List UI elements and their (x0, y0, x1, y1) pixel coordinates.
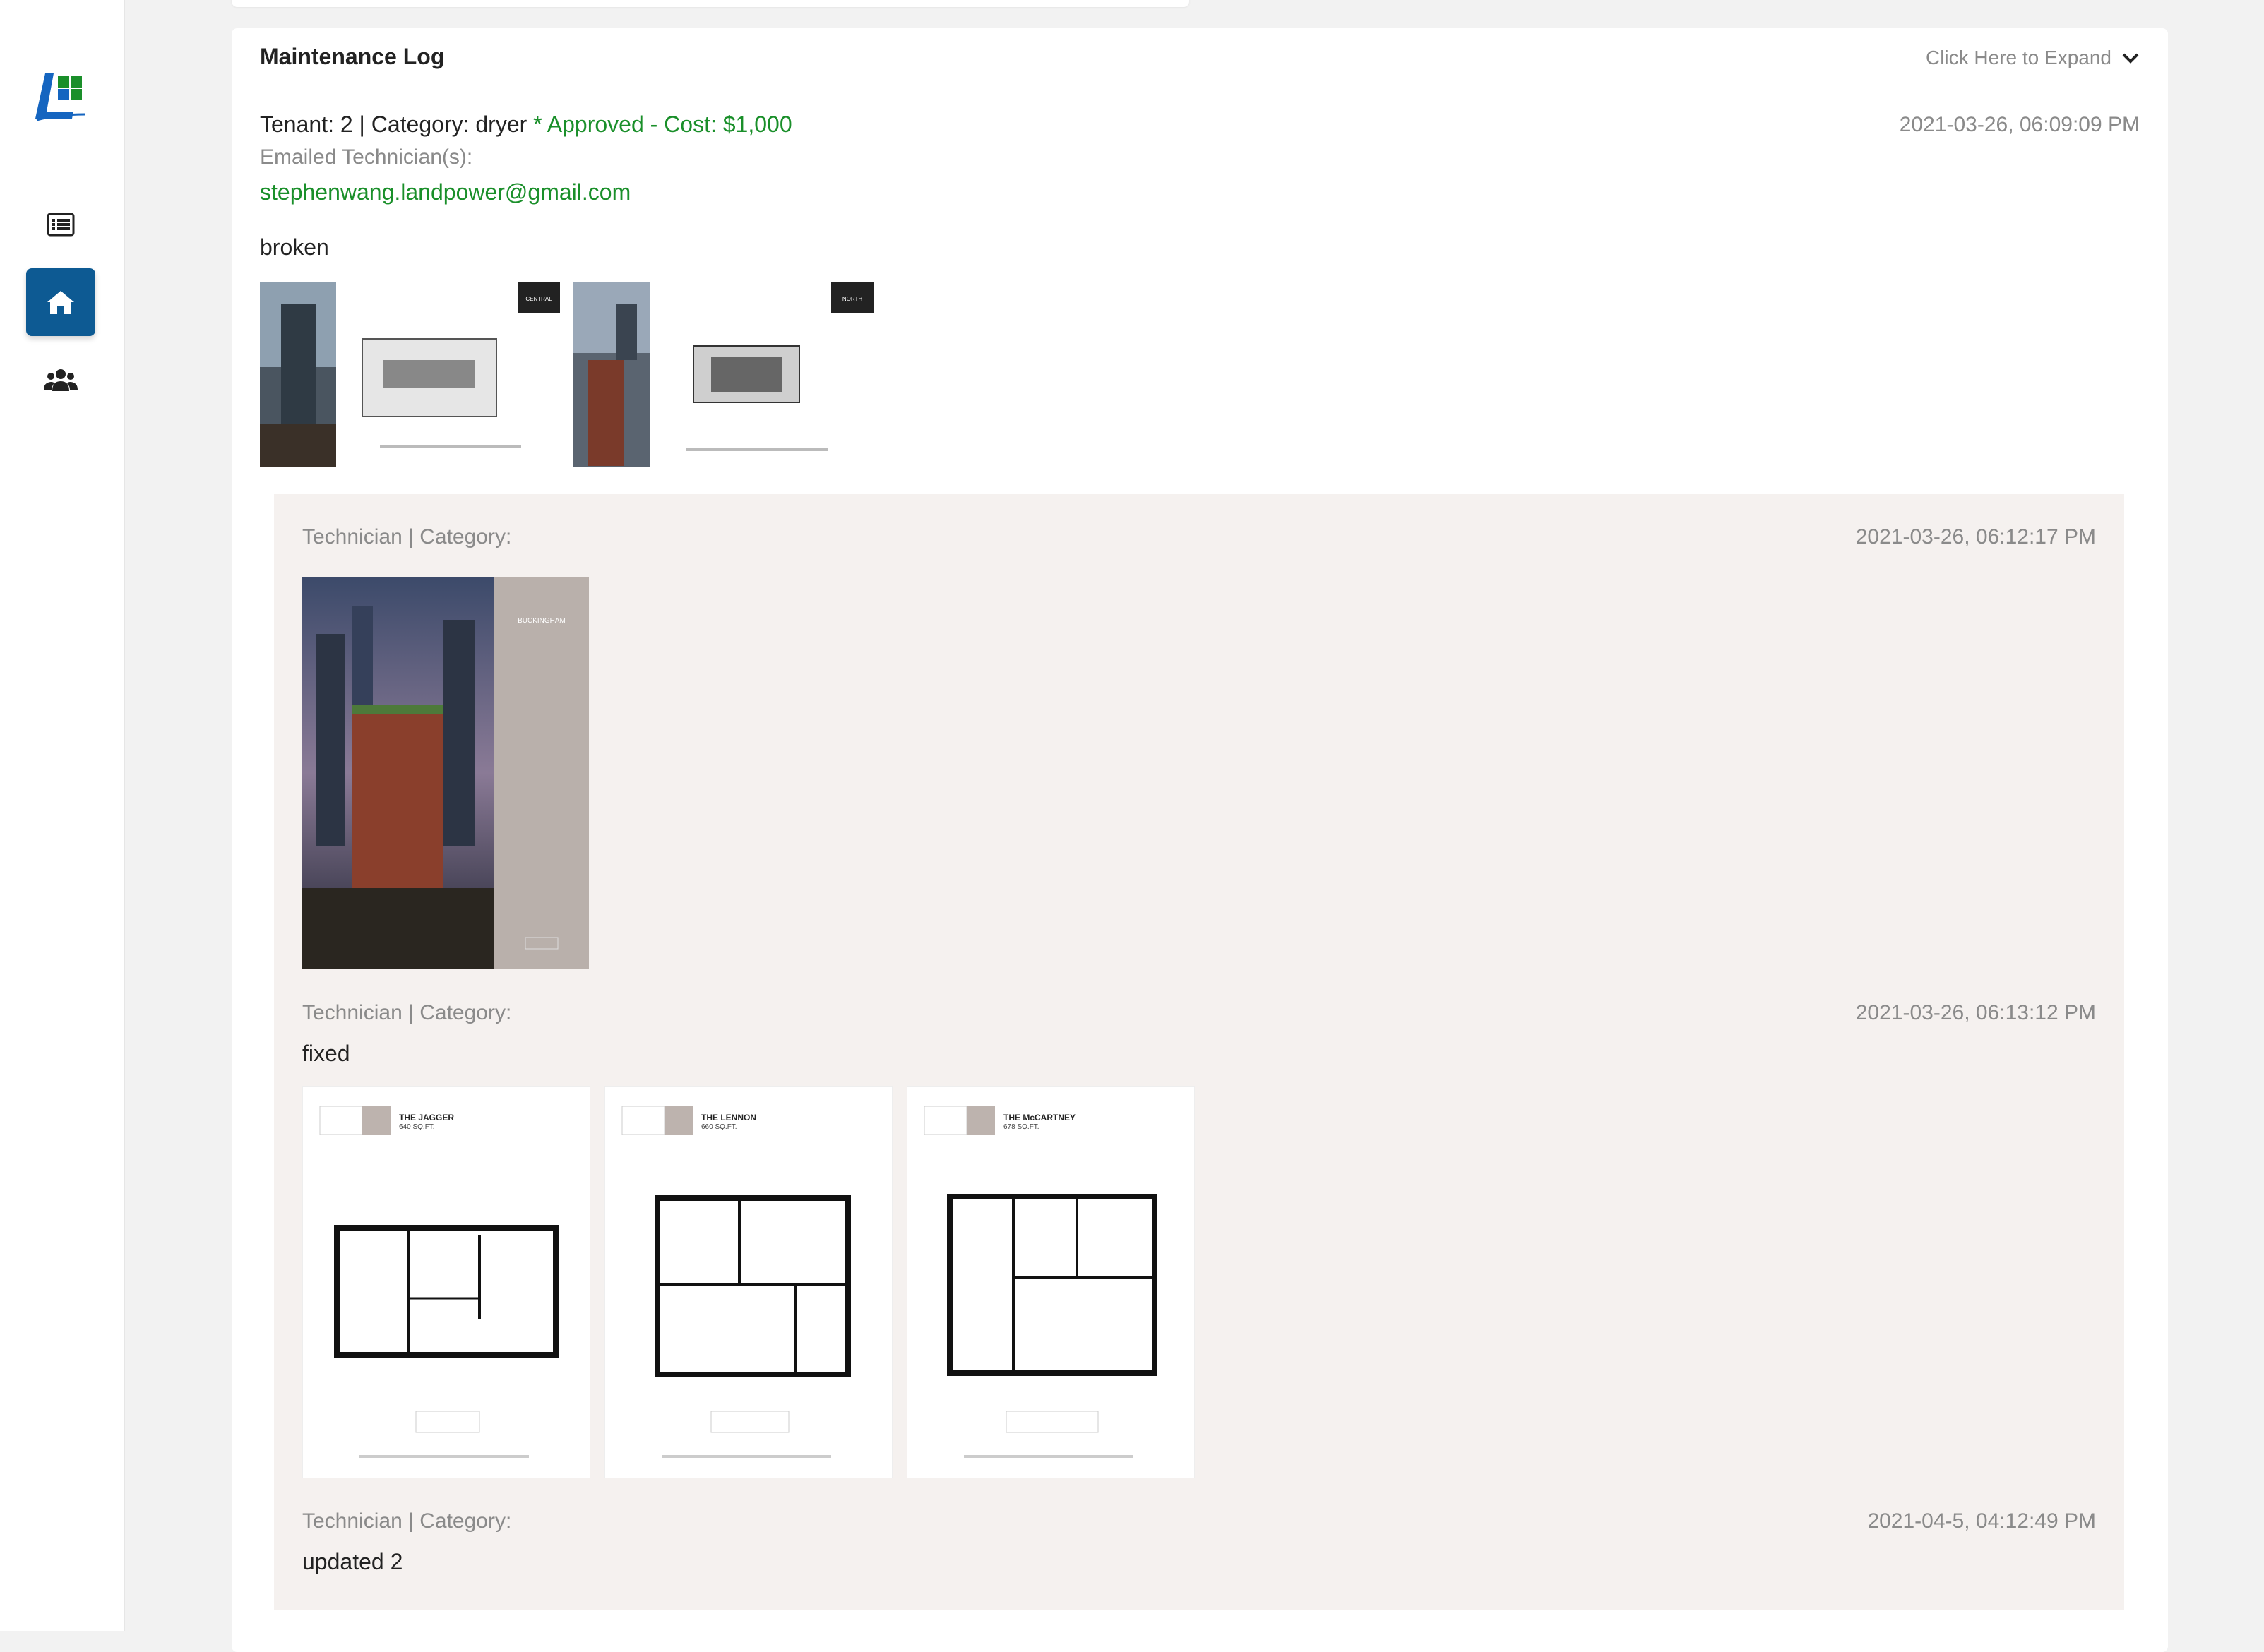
floorplan-name: THE LENNON (701, 1113, 756, 1123)
entry-summary: Tenant: 2 | Category: dryer * Approved -… (260, 112, 792, 138)
reply-date: 2021-03-26, 06:13:12 PM (1855, 1001, 2096, 1024)
entry-date: 2021-03-26, 06:09:09 PM (1899, 113, 2140, 136)
reply-text: updated 2 (302, 1549, 403, 1574)
card-title: Maintenance Log (260, 44, 445, 69)
floorplan-attachments: THE JAGGER 640 SQ.FT. THE LENNON 660 SQ.… (302, 1086, 1195, 1478)
company-logo[interactable] (30, 71, 93, 124)
users-icon (44, 369, 78, 391)
sidebar-item-home[interactable] (26, 268, 95, 336)
expand-label[interactable]: Click Here to Expand (1926, 47, 2111, 69)
reply-text: fixed (302, 1041, 350, 1066)
entry-attachments: CENTRAL NORTH (260, 282, 878, 467)
sidebar-item-users[interactable] (26, 346, 95, 414)
floorplan-thumbnail[interactable]: THE JAGGER 640 SQ.FT. (302, 1086, 590, 1478)
previous-card (232, 0, 1189, 7)
floorplan-size: 640 SQ.FT. (399, 1123, 435, 1131)
attachment-thumbnail[interactable]: NORTH (573, 282, 878, 467)
floorplan-name: THE JAGGER (399, 1113, 454, 1123)
technician-email[interactable]: stephenwang.landpower@gmail.com (260, 179, 631, 205)
technician-replies: Technician | Category: 2021-03-26, 06:12… (274, 494, 2124, 1610)
reply-photo[interactable]: BUCKINGHAM (302, 577, 589, 969)
maintenance-log-card: Maintenance Log Click Here to Expand Ten… (232, 28, 2168, 1652)
sidebar (0, 0, 125, 1631)
reply-header: Technician | Category: (302, 1001, 512, 1024)
reply-header: Technician | Category: (302, 525, 512, 549)
list-icon (47, 213, 75, 237)
floorplan-size: 660 SQ.FT. (701, 1123, 737, 1131)
thumb-label: CENTRAL (525, 296, 552, 302)
emailed-label: Emailed Technician(s): (260, 145, 473, 169)
attachment-thumbnail[interactable]: CENTRAL (260, 282, 565, 467)
reply-date: 2021-04-5, 04:12:49 PM (1867, 1509, 2096, 1533)
entry-description: broken (260, 234, 329, 260)
photo-brand-label: BUCKINGHAM (518, 617, 566, 625)
floorplan-thumbnail[interactable]: THE McCARTNEY 678 SQ.FT. (907, 1086, 1195, 1478)
thumb-label: NORTH (842, 296, 863, 302)
reply-header: Technician | Category: (302, 1509, 512, 1533)
sidebar-item-list[interactable] (26, 191, 95, 258)
chevron-down-icon[interactable] (2121, 52, 2140, 64)
floorplan-name: THE McCARTNEY (1003, 1113, 1076, 1123)
expand-toggle[interactable]: Click Here to Expand (1926, 47, 2140, 69)
floorplan-thumbnail[interactable]: THE LENNON 660 SQ.FT. (604, 1086, 893, 1478)
home-icon (47, 291, 74, 314)
floorplan-size: 678 SQ.FT. (1003, 1123, 1039, 1131)
status-badge: * Approved - Cost: $1,000 (533, 112, 792, 137)
reply-date: 2021-03-26, 06:12:17 PM (1855, 525, 2096, 549)
tenant-category: Tenant: 2 | Category: dryer (260, 112, 528, 137)
